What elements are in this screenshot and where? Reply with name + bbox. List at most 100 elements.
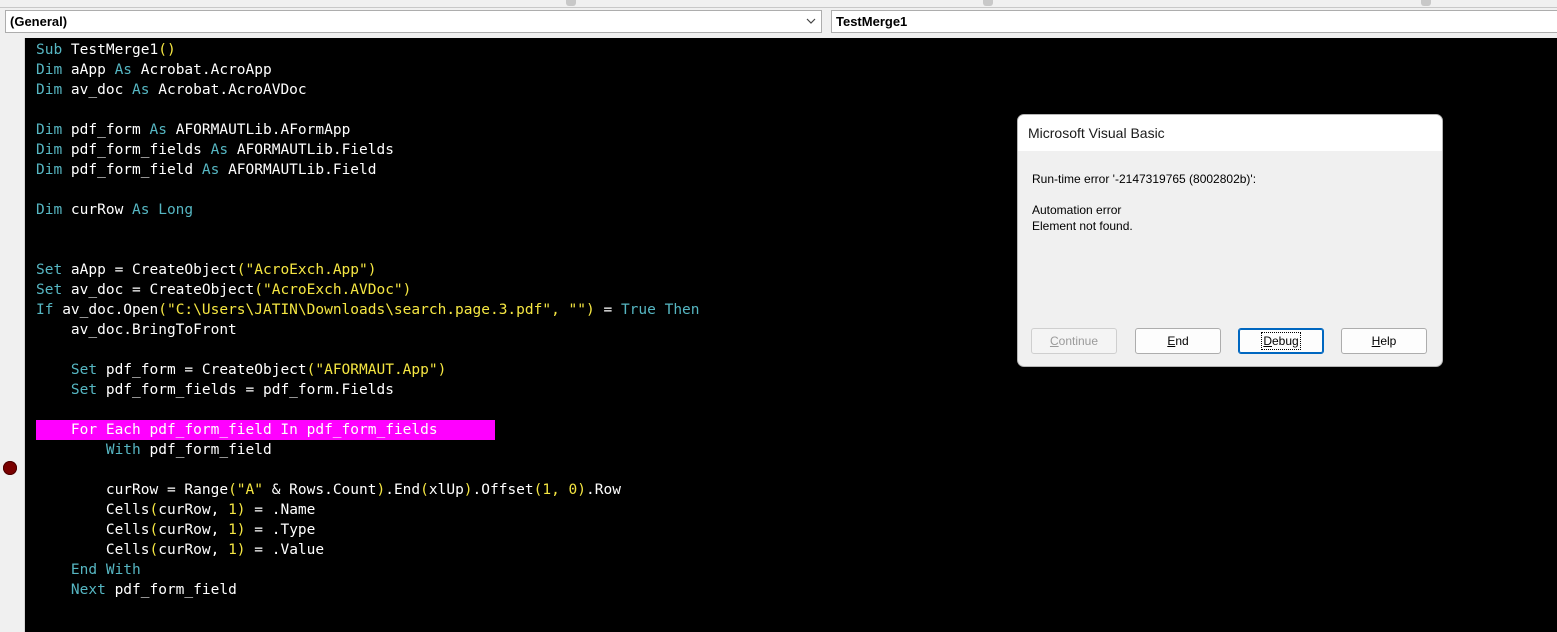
code-text: pdf_form_fields = pdf_form.Fields (105, 382, 394, 398)
code-line[interactable]: Dim av_doc As Acrobat.AcroAVDoc (36, 80, 307, 100)
code-text: curRow (70, 202, 133, 218)
code-keyword: As (149, 122, 176, 138)
breakpoint-dot-icon[interactable] (3, 461, 17, 475)
code-keyword: Dim (36, 202, 71, 218)
code-keyword: Dim (36, 122, 71, 138)
code-text: TestMerge1 (70, 42, 159, 58)
code-literal: 1) (228, 522, 246, 538)
code-line[interactable]: Set pdf_form = CreateObject("AFORMAUT.Ap… (36, 360, 446, 380)
code-keyword: Dim (36, 142, 71, 158)
procedure-combo-value: TestMerge1 (836, 14, 908, 29)
code-keyword: As (114, 62, 141, 78)
code-line[interactable]: If av_doc.Open("C:\Users\JATIN\Downloads… (36, 300, 700, 320)
code-text: pdf_form_fields (70, 142, 211, 158)
code-literal: ( (149, 542, 159, 558)
code-keyword: Dim (36, 82, 71, 98)
code-text: Cells (36, 522, 150, 538)
code-line[interactable]: Dim pdf_form As AFORMAUTLib.AFormApp (36, 120, 350, 140)
code-text: aApp (70, 62, 115, 78)
code-literal: () (158, 42, 176, 58)
code-text: curRow, (158, 502, 229, 518)
code-line[interactable]: Set av_doc = CreateObject("AcroExch.AVDo… (36, 280, 411, 300)
chevron-down-icon[interactable] (805, 11, 817, 32)
code-text: av_doc = CreateObject (70, 282, 255, 298)
code-line[interactable]: Dim aApp As Acrobat.AcroApp (36, 60, 272, 80)
code-keyword: As (132, 82, 159, 98)
object-combo[interactable]: (General) (5, 10, 822, 33)
code-text: pdf_form (70, 122, 150, 138)
continue-button[interactable]: Continue (1031, 328, 1117, 354)
code-text: .Offset (472, 482, 534, 498)
code-text: .Row (586, 482, 621, 498)
code-text: xlUp (428, 482, 464, 498)
code-text: Acrobat.AcroAVDoc (158, 82, 307, 98)
code-line[interactable]: Dim pdf_form_fields As AFORMAUTLib.Field… (36, 140, 394, 160)
code-literal: 1) (228, 542, 246, 558)
code-text: curRow = Range (36, 482, 229, 498)
code-text: = .Type (245, 522, 316, 538)
end-button[interactable]: End (1135, 328, 1221, 354)
splitter-handle[interactable] (1421, 0, 1431, 6)
code-line[interactable]: Set aApp = CreateObject("AcroExch.App") (36, 260, 376, 280)
code-text: Cells (36, 502, 150, 518)
code-literal: ("A" (228, 482, 272, 498)
code-text: Acrobat.AcroApp (140, 62, 272, 78)
code-literal: ( (149, 522, 159, 538)
code-line[interactable]: Next pdf_form_field (36, 580, 237, 600)
help-button[interactable]: Help (1341, 328, 1427, 354)
code-keyword: End With (70, 562, 141, 578)
code-line[interactable]: Cells(curRow, 1) = .Name (36, 500, 316, 520)
code-keyword: Dim (36, 62, 71, 78)
code-text: aApp = CreateObject (70, 262, 237, 278)
code-line[interactable]: Dim pdf_form_field As AFORMAUTLib.Field (36, 160, 376, 180)
code-keyword: Set (70, 362, 106, 378)
code-line[interactable]: Dim curRow As Long (36, 200, 193, 220)
code-text: av_doc.Open (62, 302, 159, 318)
code-literal: ) (376, 482, 386, 498)
code-line[interactable]: With pdf_form_field (36, 440, 272, 460)
code-text: av_doc (70, 82, 133, 98)
code-line[interactable]: Cells(curRow, 1) = .Type (36, 520, 316, 540)
code-literal: (1, 0) (533, 482, 587, 498)
code-keyword: As (210, 142, 237, 158)
code-text: & Rows.Count (271, 482, 377, 498)
code-line[interactable]: Cells(curRow, 1) = .Value (36, 540, 324, 560)
code-literal: ("AFORMAUT.App") (306, 362, 447, 378)
object-combo-value: (General) (10, 14, 68, 29)
dialog-title: Microsoft Visual Basic (1018, 115, 1442, 151)
code-line[interactable]: av_doc.BringToFront (36, 320, 237, 340)
code-keyword: As (201, 162, 229, 178)
code-line[interactable]: Set pdf_form_fields = pdf_form.Fields (36, 380, 394, 400)
code-text: curRow, (158, 522, 229, 538)
code-keyword: Set (36, 282, 71, 298)
splitter-handle[interactable] (566, 0, 576, 6)
code-literal: ( (149, 502, 159, 518)
code-text: AFORMAUTLib.Fields (236, 142, 394, 158)
splitter-handle[interactable] (983, 0, 993, 6)
code-line[interactable]: curRow = Range("A" & Rows.Count).End(xlU… (36, 480, 621, 500)
debug-button[interactable]: Debug (1238, 328, 1324, 354)
procedure-combo[interactable]: TestMerge1 (831, 10, 1557, 33)
code-keyword: Next (70, 582, 115, 598)
code-keyword: If (36, 302, 63, 318)
code-line[interactable]: End With (36, 560, 141, 580)
code-literal: ("AcroExch.App") (236, 262, 377, 278)
code-text: pdf_form_field (70, 162, 202, 178)
margin-indicator-bar[interactable] (0, 38, 25, 632)
code-line[interactable]: Sub TestMerge1() (36, 40, 176, 60)
code-line-current[interactable]: For Each pdf_form_field In pdf_form_fiel… (36, 420, 438, 440)
code-text: = .Name (245, 502, 316, 518)
code-literal: 1) (228, 502, 246, 518)
code-keyword: Sub (36, 42, 71, 58)
error-dialog: Microsoft Visual Basic Run-time error '-… (1017, 114, 1443, 367)
window-top-strip (0, 0, 1557, 8)
code-text: Cells (36, 542, 150, 558)
code-text: pdf_form_field (114, 582, 237, 598)
code-text: curRow, (158, 542, 229, 558)
code-text: AFORMAUTLib.Field (228, 162, 377, 178)
code-keyword: With (105, 442, 150, 458)
